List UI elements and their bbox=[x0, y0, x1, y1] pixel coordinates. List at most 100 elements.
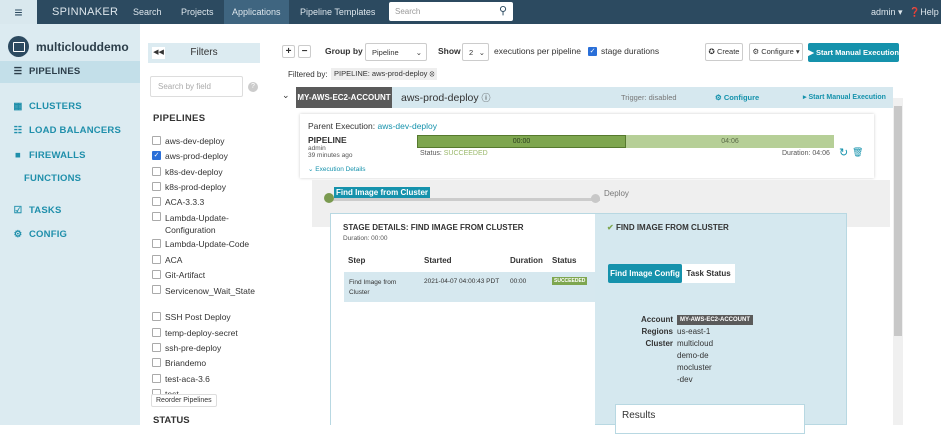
create-button[interactable]: ✪ Create bbox=[705, 43, 743, 61]
sidebar-label: PIPELINES bbox=[29, 66, 81, 77]
pipeline-filter-list: aws-dev-deploy ✓ aws-prod-deploy k8s-dev-de… bbox=[152, 136, 272, 404]
collapse-filters-icon[interactable]: ◀◀ bbox=[152, 47, 165, 59]
pipeline-filter-checkbox[interactable] bbox=[152, 312, 161, 322]
pipeline-start-link[interactable]: ▸ Start Manual Execution bbox=[803, 93, 886, 101]
pipeline-filter-item[interactable]: test-aca-3.6 bbox=[152, 373, 272, 389]
help-link[interactable]: ❓Help bbox=[909, 0, 939, 24]
stage-bar-deploy[interactable]: 04:06 bbox=[626, 135, 834, 148]
pipeline-filter-checkbox[interactable] bbox=[152, 270, 161, 280]
pipeline-filter-label: SSH Post Deploy bbox=[165, 312, 231, 323]
gear-icon: ⚙ bbox=[13, 229, 23, 240]
pipeline-filter-checkbox[interactable] bbox=[152, 212, 161, 222]
pipeline-filter-checkbox[interactable] bbox=[152, 136, 161, 145]
sidebar-item-functions[interactable]: FUNCTIONS bbox=[0, 168, 140, 190]
config-cluster: multiclouddemo-democluster-dev bbox=[677, 339, 714, 384]
show-count-select[interactable]: 2 ⌄ bbox=[462, 43, 489, 61]
nav-projects[interactable]: Projects bbox=[181, 0, 214, 24]
pipeline-filter-item[interactable]: SSH Post Deploy bbox=[152, 312, 272, 327]
show-label: Show bbox=[438, 46, 461, 56]
rerun-icon[interactable]: ↻ bbox=[839, 146, 848, 159]
reorder-pipelines-button[interactable]: Reorder Pipelines bbox=[151, 394, 217, 407]
pipeline-filter-item[interactable]: Servicenow_Wait_State bbox=[152, 285, 272, 312]
config-account-badge: MY-AWS-EC2-ACCOUNT bbox=[677, 315, 753, 325]
stage-durations-toggle[interactable]: ✓ stage durations bbox=[588, 46, 659, 56]
sidebar-item-firewalls[interactable]: ■ FIREWALLS bbox=[0, 145, 140, 167]
search-icon[interactable]: ⚲ bbox=[499, 2, 507, 21]
nav-pipeline-templates[interactable]: Pipeline Templates bbox=[300, 0, 375, 24]
table-row[interactable]: Find Image from Cluster 2021-04-07 04:00… bbox=[344, 272, 595, 302]
menu-toggle-icon[interactable]: ≡ bbox=[0, 0, 37, 24]
gear-icon: ⚙ bbox=[752, 47, 760, 56]
filter-search-input[interactable]: Search by field bbox=[150, 76, 243, 97]
pipeline-configure-link[interactable]: ⚙ Configure bbox=[715, 93, 759, 102]
stage-durations-checkbox[interactable]: ✓ bbox=[588, 46, 597, 56]
status-value: SUCCEEDED bbox=[443, 150, 488, 157]
pipeline-filter-item[interactable]: k8s-prod-deploy bbox=[152, 181, 272, 197]
stage-node-find-image[interactable] bbox=[324, 193, 334, 203]
sidebar-item-config[interactable]: ⚙ CONFIG bbox=[0, 224, 140, 246]
start-manual-execution-button[interactable]: ▶ Start Manual Execution bbox=[808, 43, 899, 62]
pipeline-filter-item[interactable]: k8s-dev-deploy bbox=[152, 166, 272, 182]
pipeline-filter-checkbox[interactable] bbox=[152, 358, 161, 368]
pipeline-filter-checkbox[interactable] bbox=[152, 166, 161, 176]
nav-search[interactable]: Search bbox=[133, 0, 162, 24]
expand-all-button[interactable]: + bbox=[282, 45, 295, 58]
execution-details-toggle[interactable]: ⌄ Execution Details bbox=[308, 165, 366, 173]
remove-filter-icon[interactable]: ⦻ bbox=[429, 69, 434, 78]
col-step: Step bbox=[348, 256, 366, 265]
pipeline-filter-checkbox[interactable]: ✓ bbox=[152, 151, 161, 161]
sidebar-item-pipelines[interactable]: ☰ PIPELINES bbox=[0, 61, 140, 83]
check-icon: ✔ bbox=[607, 223, 614, 232]
collapse-all-button[interactable]: − bbox=[298, 45, 311, 58]
user-menu[interactable]: admin ▾ bbox=[871, 0, 903, 24]
nav-applications[interactable]: Applications bbox=[224, 0, 289, 24]
pipeline-filter-checkbox[interactable] bbox=[152, 239, 161, 249]
scrollbar-thumb[interactable] bbox=[894, 106, 902, 336]
filter-tag-label: PIPELINE: aws-prod-deploy bbox=[334, 69, 428, 78]
tab-find-image-config[interactable]: Find Image Config bbox=[608, 264, 682, 283]
pipeline-filter-label: ACA-3.3.3 bbox=[165, 197, 205, 208]
pipeline-filter-checkbox[interactable] bbox=[152, 342, 161, 352]
scrollbar[interactable] bbox=[893, 98, 903, 425]
pipeline-filter-label: Servicenow_Wait_State bbox=[165, 286, 255, 297]
info-icon[interactable]: ⓘ bbox=[482, 93, 491, 103]
filtered-by-label: Filtered by: bbox=[288, 70, 328, 79]
execution-user: admin bbox=[308, 145, 326, 152]
pipeline-filter-item[interactable]: aws-dev-deploy bbox=[152, 136, 272, 151]
sidebar-item-load-balancers[interactable]: ☷ LOAD BALANCERS bbox=[0, 120, 140, 142]
pipeline-filter-checkbox[interactable] bbox=[152, 285, 161, 295]
pipeline-filter-item[interactable]: ssh-pre-deploy bbox=[152, 342, 272, 358]
pipeline-filter-checkbox[interactable] bbox=[152, 197, 161, 207]
pipeline-filter-item[interactable]: Lambda-Update-Code bbox=[152, 239, 272, 254]
user-name: admin bbox=[871, 7, 896, 17]
pipeline-filter-label: Git-Artifact bbox=[165, 270, 206, 281]
pipeline-filter-item[interactable]: ACA bbox=[152, 254, 272, 270]
group-by-select[interactable]: Pipeline ⌄ bbox=[365, 43, 427, 61]
pipeline-filter-checkbox[interactable] bbox=[152, 181, 161, 191]
results-label: Results bbox=[622, 410, 656, 421]
stage-label-deploy[interactable]: Deploy bbox=[604, 189, 629, 198]
pipeline-filter-checkbox[interactable] bbox=[152, 327, 161, 337]
help-icon[interactable]: ? bbox=[248, 82, 258, 92]
pipeline-filter-item[interactable]: temp-deploy-secret bbox=[152, 327, 272, 343]
pipeline-filter-item[interactable]: Briandemo bbox=[152, 358, 272, 373]
pipeline-filter-item[interactable]: Lambda-Update-Configuration bbox=[152, 212, 272, 239]
sidebar-item-clusters[interactable]: ▦ CLUSTERS bbox=[0, 96, 140, 118]
tab-task-status[interactable]: Task Status bbox=[682, 264, 735, 283]
pipeline-filter-checkbox[interactable] bbox=[152, 373, 161, 383]
stage-node-deploy[interactable] bbox=[591, 194, 600, 203]
pipeline-filter-item[interactable]: ACA-3.3.3 bbox=[152, 197, 272, 212]
configure-dropdown[interactable]: ⚙ Configure ▾ bbox=[749, 43, 803, 61]
pipeline-filter-item[interactable]: ✓ aws-prod-deploy bbox=[152, 151, 272, 166]
stage-label-find-image[interactable]: Find Image from Cluster bbox=[334, 187, 431, 198]
parent-execution-link[interactable]: aws-dev-deploy bbox=[377, 121, 437, 131]
collapse-pipeline-icon[interactable]: ⌄ bbox=[282, 90, 290, 101]
brand-logo[interactable]: SPINNAKER bbox=[52, 0, 118, 24]
delete-icon[interactable]: 🗑 bbox=[852, 147, 863, 158]
sidebar-item-tasks[interactable]: ☑ TASKS bbox=[0, 200, 140, 222]
stage-bar-find-image[interactable]: 00:00 bbox=[417, 135, 626, 148]
pipeline-filter-checkbox[interactable] bbox=[152, 254, 161, 264]
pipeline-filter-label: ACA bbox=[165, 254, 183, 265]
pipeline-filter-item[interactable]: Git-Artifact bbox=[152, 270, 272, 285]
global-search-input[interactable]: Search ⚲ bbox=[389, 2, 513, 21]
